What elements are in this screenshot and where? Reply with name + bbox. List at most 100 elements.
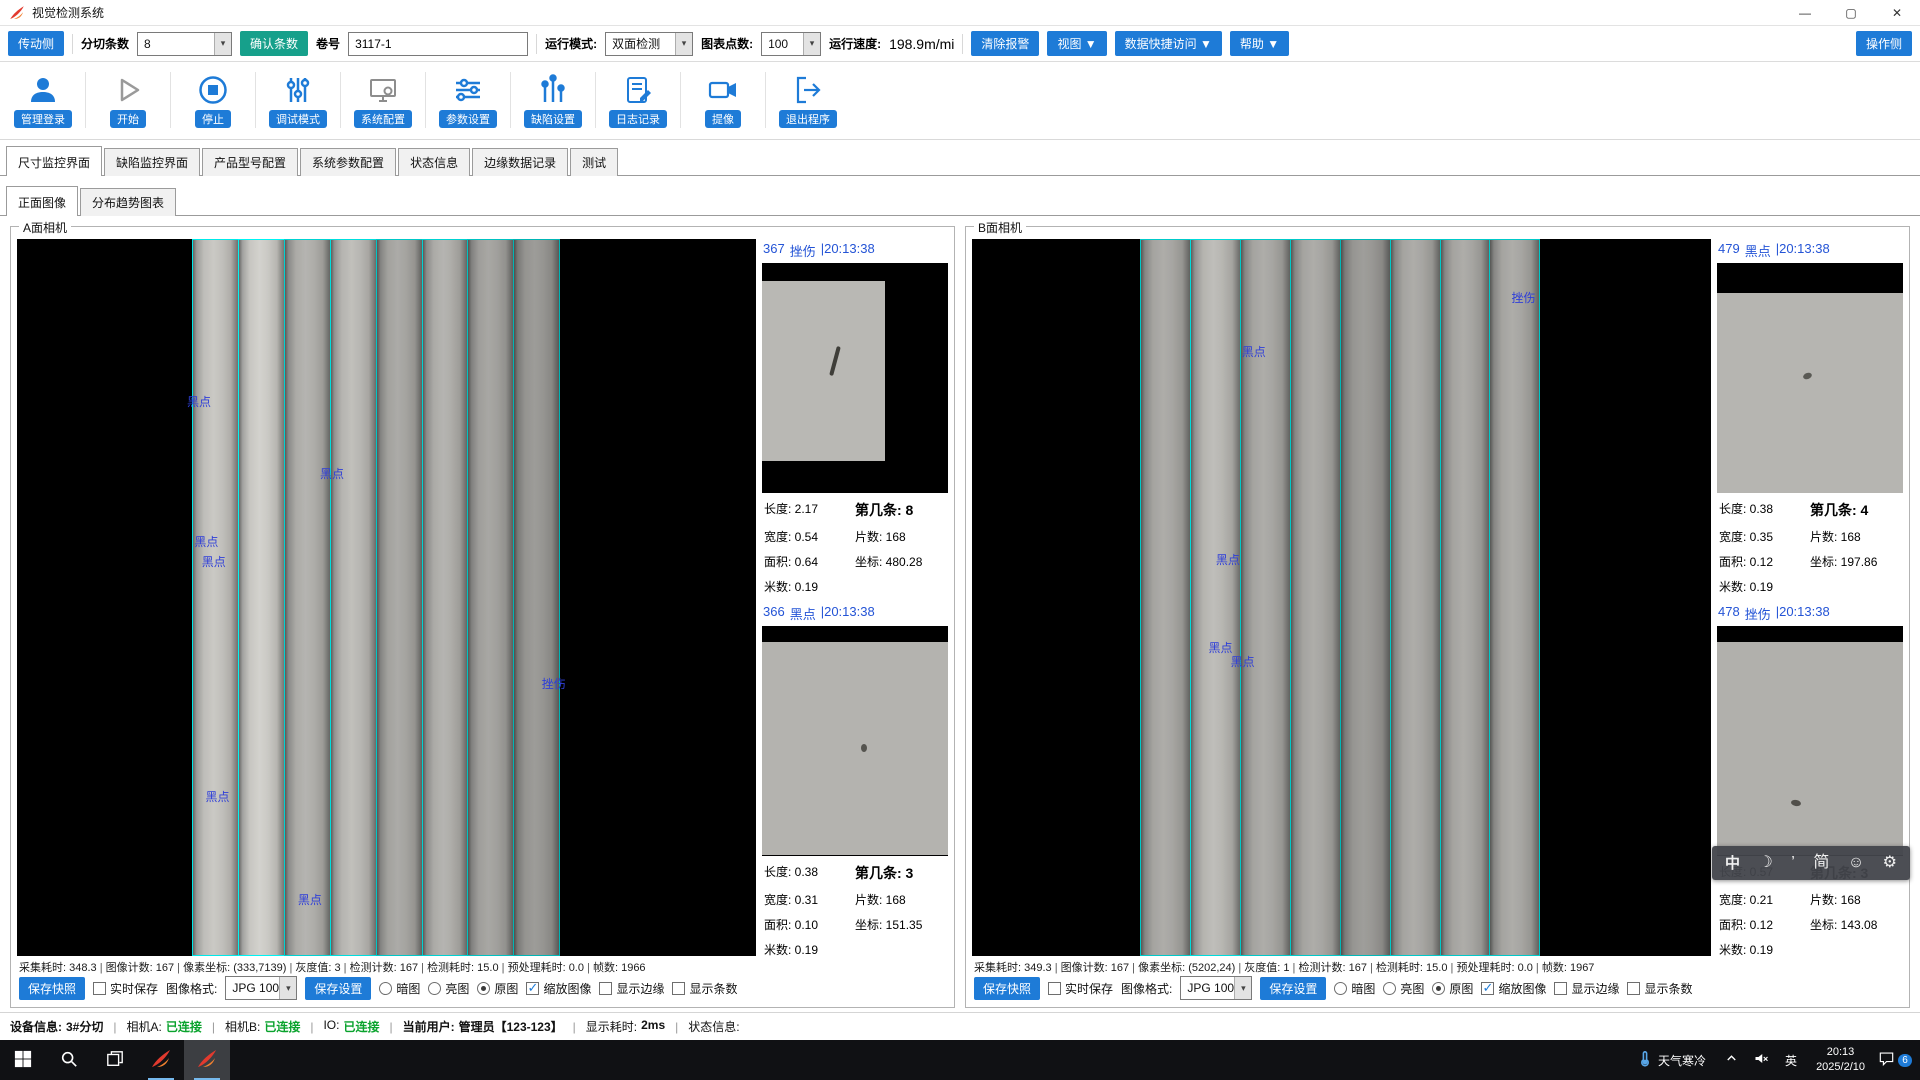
ime-night-mode-icon[interactable]: ☽ bbox=[1758, 855, 1772, 871]
document-pencil-icon bbox=[622, 72, 654, 108]
image-format-select[interactable]: JPG 100 ▾ bbox=[225, 976, 297, 1000]
save-settings-button[interactable]: 保存设置 bbox=[305, 977, 371, 1000]
help-menu-button[interactable]: 帮助 ▼ bbox=[1230, 31, 1289, 56]
exit-program-button[interactable]: 退出程序 bbox=[771, 72, 845, 128]
volume-button[interactable] bbox=[1746, 1040, 1776, 1080]
close-button[interactable]: ✕ bbox=[1874, 0, 1920, 25]
operate-side-button[interactable]: 操作侧 bbox=[1856, 31, 1912, 56]
confirm-count-button[interactable]: 确认条数 bbox=[240, 31, 308, 56]
button-label: 调试模式 bbox=[269, 110, 327, 128]
original-image-radio[interactable]: 原图 bbox=[477, 980, 518, 997]
bright-image-radio[interactable]: 亮图 bbox=[1383, 980, 1424, 997]
title-bar: 视觉检测系统 — ▢ ✕ bbox=[0, 0, 1920, 26]
run-mode-select[interactable]: 双面检测 ▾ bbox=[605, 32, 693, 56]
radio-label: 原图 bbox=[1449, 980, 1473, 997]
tab-distribution-chart[interactable]: 分布趋势图表 bbox=[80, 188, 176, 216]
device-info-label: 设备信息: bbox=[10, 1018, 62, 1035]
tab-test[interactable]: 测试 bbox=[570, 148, 618, 176]
ime-punctuation-toggle[interactable]: ’ bbox=[1791, 855, 1795, 871]
image-format-select[interactable]: JPG 100 ▾ bbox=[1180, 976, 1252, 1000]
zoom-image-checkbox[interactable]: 缩放图像 bbox=[1481, 980, 1546, 997]
chart-points-select[interactable]: 100 ▾ bbox=[761, 32, 821, 56]
save-snapshot-button[interactable]: 保存快照 bbox=[974, 977, 1040, 1000]
defect-area: 面积: 0.12 bbox=[1719, 553, 1810, 570]
show-count-checkbox[interactable]: 显示条数 bbox=[1627, 980, 1692, 997]
start-button[interactable]: 开始 bbox=[91, 72, 165, 128]
defect-meters: 米数: 0.19 bbox=[1719, 941, 1810, 958]
tab-size-monitor[interactable]: 尺寸监控界面 bbox=[6, 146, 102, 176]
dark-image-radio[interactable]: 暗图 bbox=[1334, 980, 1375, 997]
divider: | bbox=[569, 1020, 580, 1034]
camera-b-label: 相机B: bbox=[225, 1018, 260, 1035]
realtime-save-checkbox[interactable]: 实时保存 bbox=[1048, 980, 1113, 997]
ime-language-indicator[interactable]: 英 bbox=[1776, 1040, 1806, 1080]
show-edge-checkbox[interactable]: 显示边缘 bbox=[599, 980, 664, 997]
bright-image-radio[interactable]: 亮图 bbox=[428, 980, 469, 997]
io-label: IO: bbox=[323, 1018, 339, 1035]
chevron-down-icon: ▾ bbox=[279, 977, 296, 999]
camera-b-status: 已连接 bbox=[264, 1018, 300, 1035]
tab-front-image[interactable]: 正面图像 bbox=[6, 186, 78, 216]
stat-item: 检测耗时: 15.0 bbox=[418, 962, 499, 974]
weather-widget[interactable]: 天气寒冷 bbox=[1627, 1040, 1716, 1080]
defect-type: 黑点 bbox=[790, 604, 816, 623]
zoom-image-checkbox[interactable]: 缩放图像 bbox=[526, 980, 591, 997]
roll-number-input[interactable] bbox=[348, 32, 528, 56]
admin-login-button[interactable]: 管理登录 bbox=[6, 72, 80, 128]
tray-expand-button[interactable] bbox=[1716, 1040, 1746, 1080]
notification-center-button[interactable]: 6 bbox=[1875, 1040, 1915, 1080]
slit-count-select[interactable]: 8 ▾ bbox=[137, 32, 232, 56]
defect-stats: 长度: 2.17 第几条: 8 宽度: 0.54 片数: 168 面积: 0.6… bbox=[762, 493, 948, 597]
save-snapshot-button[interactable]: 保存快照 bbox=[19, 977, 85, 1000]
defect-card[interactable]: 366 黑点 |20:13:38 长度: 0.38 第几条: 3 宽度: 0.3… bbox=[762, 602, 948, 957]
tab-product-model-config[interactable]: 产品型号配置 bbox=[202, 148, 298, 176]
show-edge-checkbox[interactable]: 显示边缘 bbox=[1554, 980, 1619, 997]
stop-button[interactable]: 停止 bbox=[176, 72, 250, 128]
maximize-button[interactable]: ▢ bbox=[1828, 0, 1874, 25]
ime-settings-button[interactable]: ⚙ bbox=[1883, 855, 1897, 871]
tab-status-info[interactable]: 状态信息 bbox=[398, 148, 470, 176]
defect-time: |20:13:38 bbox=[821, 604, 875, 623]
save-settings-button[interactable]: 保存设置 bbox=[1260, 977, 1326, 1000]
ime-language-toggle[interactable]: 中 bbox=[1725, 856, 1740, 871]
tab-edge-data-record[interactable]: 边缘数据记录 bbox=[472, 148, 568, 176]
capture-image-button[interactable]: 提像 bbox=[686, 72, 760, 128]
tab-defect-monitor[interactable]: 缺陷监控界面 bbox=[104, 148, 200, 176]
sub-tab-strip: 正面图像 分布趋势图表 bbox=[0, 186, 1920, 216]
realtime-save-checkbox[interactable]: 实时保存 bbox=[93, 980, 158, 997]
original-image-radio[interactable]: 原图 bbox=[1432, 980, 1473, 997]
ime-emoji-button[interactable]: ☺ bbox=[1848, 855, 1864, 871]
parameter-settings-button[interactable]: 参数设置 bbox=[431, 72, 505, 128]
system-config-button[interactable]: 系统配置 bbox=[346, 72, 420, 128]
clear-alarm-button[interactable]: 清除报警 bbox=[971, 31, 1039, 56]
taskbar-clock[interactable]: 20:13 2025/2/10 bbox=[1806, 1045, 1875, 1075]
start-button[interactable] bbox=[0, 1040, 46, 1080]
defect-id: 479 bbox=[1718, 241, 1740, 260]
log-record-button[interactable]: 日志记录 bbox=[601, 72, 675, 128]
defect-settings-button[interactable]: 缺陷设置 bbox=[516, 72, 590, 128]
tab-system-parameter-config[interactable]: 系统参数配置 bbox=[300, 148, 396, 176]
stat-item: 采集耗时: 349.3 bbox=[974, 962, 1052, 974]
task-view-button[interactable] bbox=[92, 1040, 138, 1080]
defect-meters: 米数: 0.19 bbox=[764, 578, 855, 595]
debug-mode-button[interactable]: 调试模式 bbox=[261, 72, 335, 128]
defect-width: 宽度: 0.31 bbox=[764, 891, 855, 908]
taskbar-app-icon[interactable] bbox=[138, 1040, 184, 1080]
minimize-button[interactable]: — bbox=[1782, 0, 1828, 25]
defect-card[interactable]: 478 挫伤 |20:13:38 长度: 0.57 第几条: 3 宽度: 0.2… bbox=[1717, 602, 1903, 957]
taskbar-app-icon-active[interactable] bbox=[184, 1040, 230, 1080]
data-quick-access-menu-button[interactable]: 数据快捷访问 ▼ bbox=[1115, 31, 1222, 56]
view-menu-button[interactable]: 视图 ▼ bbox=[1047, 31, 1106, 56]
button-label: 管理登录 bbox=[14, 110, 72, 128]
drive-side-button[interactable]: 传动侧 bbox=[8, 31, 64, 56]
chevron-down-icon: ▾ bbox=[214, 33, 231, 55]
defect-card[interactable]: 367 挫伤 |20:13:38 长度: 2.17 第几条: 8 宽度: 0.5… bbox=[762, 239, 948, 594]
stat-item: 采集耗时: 348.3 bbox=[19, 962, 97, 974]
defect-mark bbox=[1802, 372, 1813, 381]
taskbar-search-button[interactable] bbox=[46, 1040, 92, 1080]
defect-width: 宽度: 0.21 bbox=[1719, 891, 1810, 908]
dark-image-radio[interactable]: 暗图 bbox=[379, 980, 420, 997]
ime-simplified-toggle[interactable]: 简 bbox=[1813, 855, 1829, 871]
defect-card[interactable]: 479 黑点 |20:13:38 长度: 0.38 第几条: 4 宽度: 0.3… bbox=[1717, 239, 1903, 594]
show-count-checkbox[interactable]: 显示条数 bbox=[672, 980, 737, 997]
